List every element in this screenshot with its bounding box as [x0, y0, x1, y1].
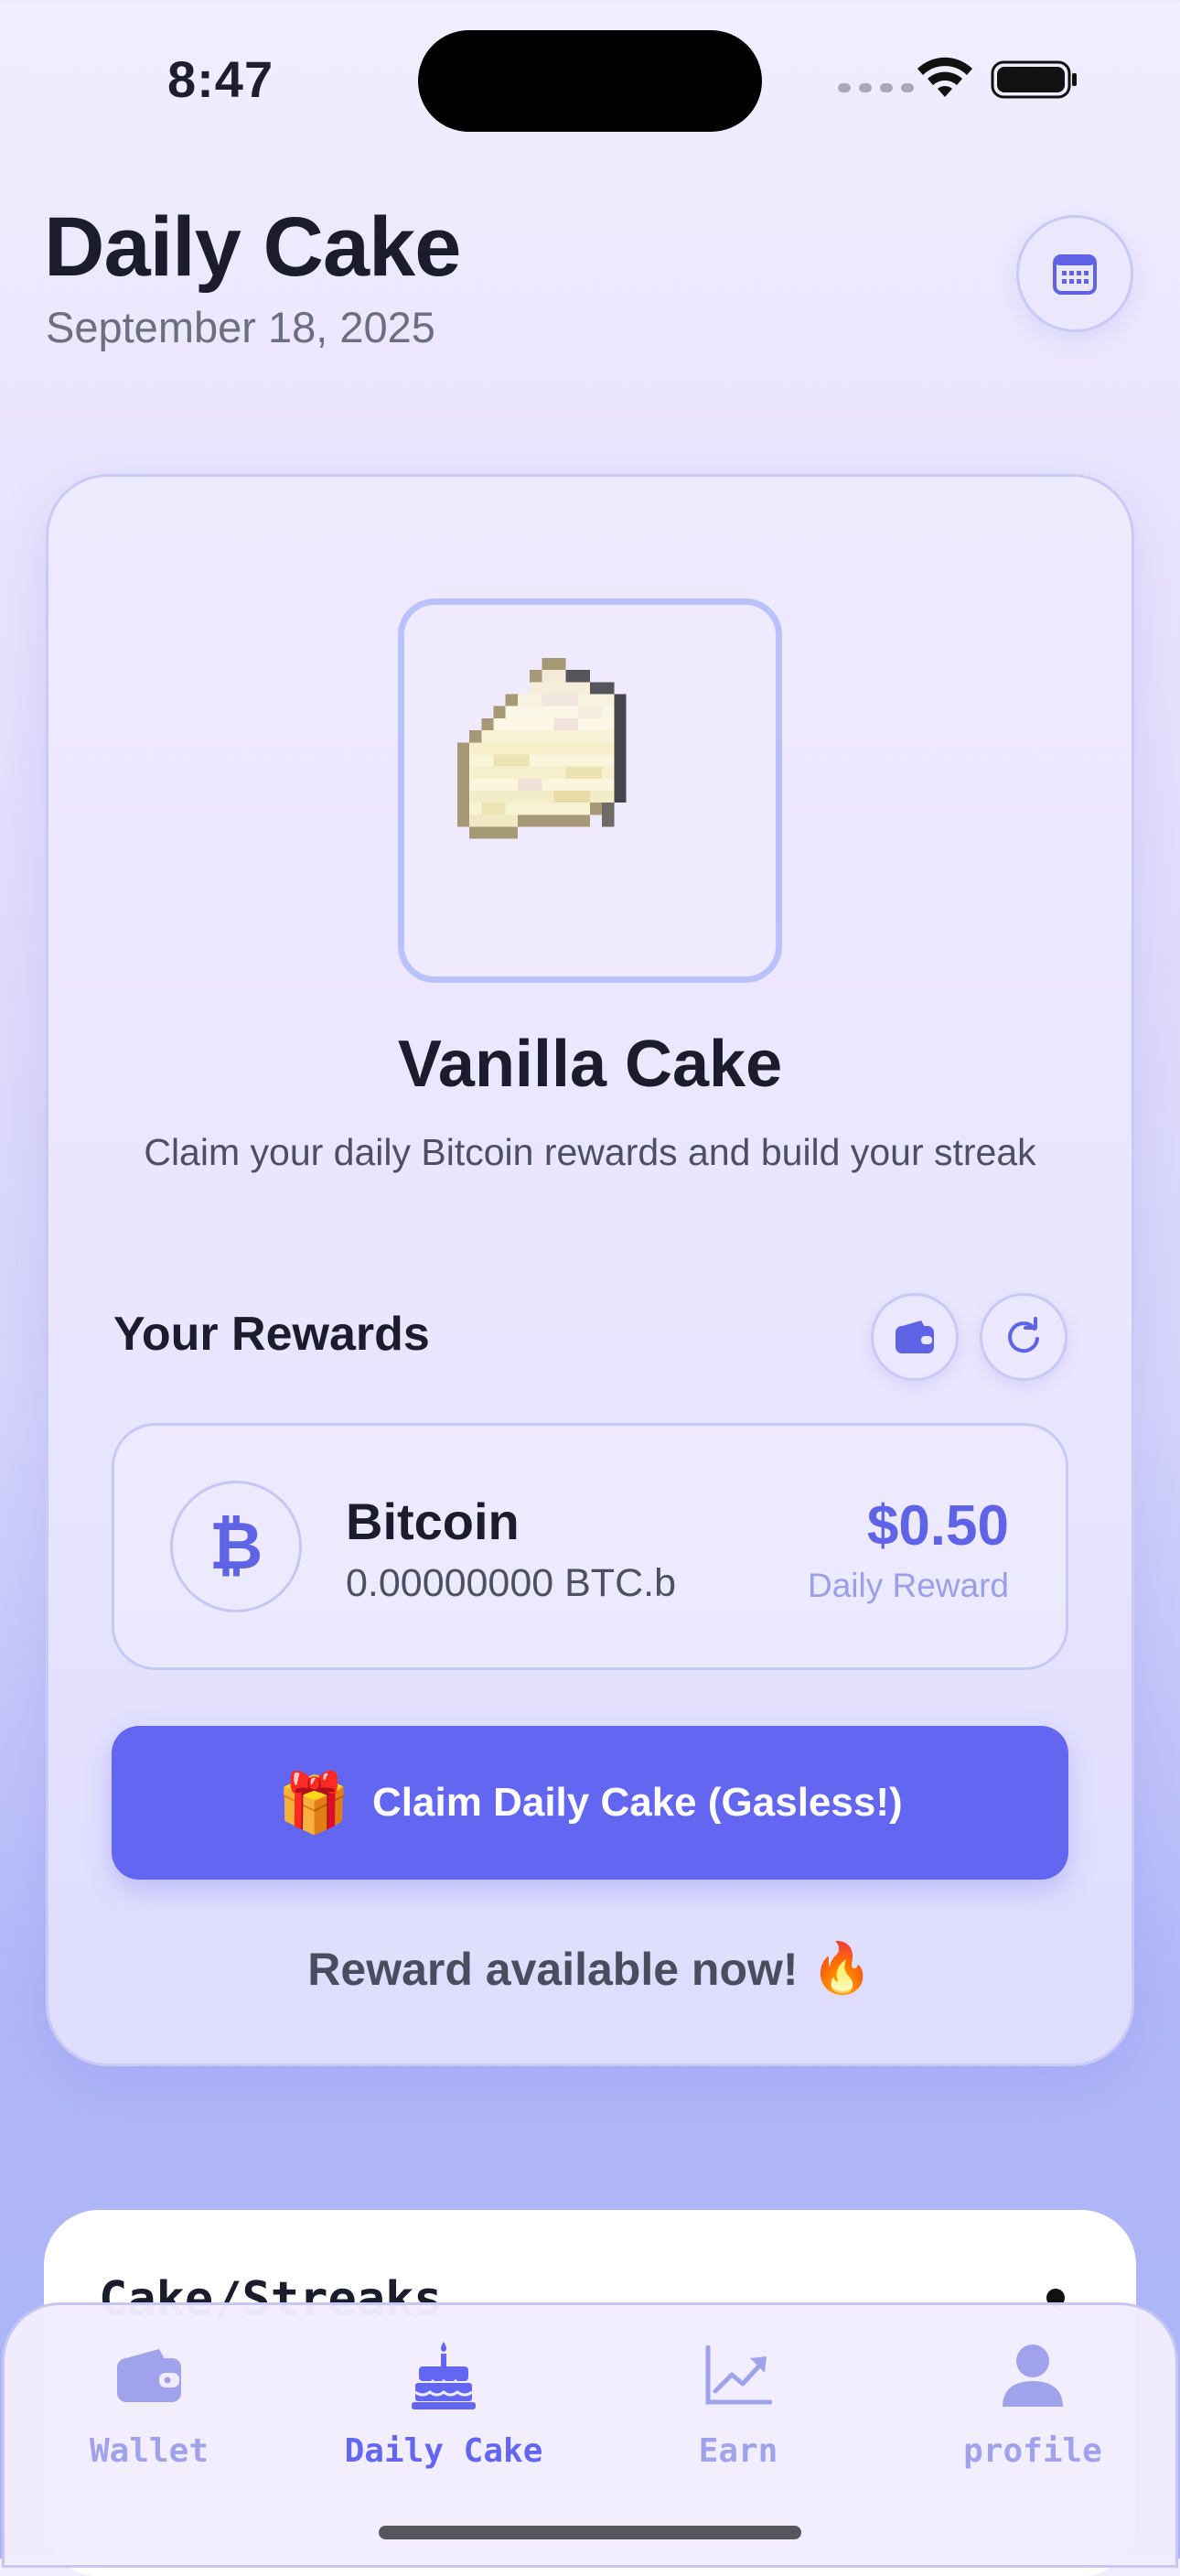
tab-profile[interactable]: profile: [885, 2339, 1180, 2470]
user-icon: [1003, 2344, 1063, 2407]
refresh-button[interactable]: [980, 1293, 1067, 1381]
calendar-icon: [1053, 254, 1097, 295]
wallet-icon: [896, 1320, 934, 1353]
wifi-icon: [917, 57, 972, 97]
availability-text: Reward available now!: [307, 1944, 799, 1995]
claim-daily-cake-button[interactable]: 🎁 Claim Daily Cake (Gasless!): [112, 1726, 1068, 1880]
wallet-icon: [117, 2349, 181, 2402]
tab-wallet[interactable]: Wallet: [2, 2339, 296, 2470]
tab-label-wallet: Wallet: [89, 2432, 209, 2470]
tab-label-earn: Earn: [698, 2432, 778, 2470]
reward-value: $0.50: [866, 1494, 1009, 1557]
page-date: September 18, 2025: [46, 303, 435, 351]
dynamic-island: [418, 30, 762, 132]
vanilla-cake-pixel-art: [457, 658, 627, 839]
refresh-icon: [1008, 1317, 1039, 1353]
fire-icon: 🔥: [810, 1941, 873, 1996]
gift-icon: 🎁: [277, 1769, 351, 1836]
chart-icon: [705, 2345, 772, 2405]
tab-label-profile: profile: [963, 2432, 1102, 2470]
page-title: Daily Cake: [44, 200, 461, 294]
status-time: 8:47: [167, 50, 274, 108]
reward-label: Daily Reward: [807, 1567, 1009, 1604]
cake-name: Vanilla Cake: [397, 1028, 783, 1101]
tab-daily-cake[interactable]: Daily Cake: [296, 2339, 591, 2470]
wallet-button[interactable]: [871, 1293, 959, 1381]
token-name: Bitcoin: [346, 1493, 520, 1550]
claim-button-label: Claim Daily Cake (Gasless!): [372, 1780, 903, 1825]
cake-image-frame: [398, 598, 782, 983]
cellular-signal-icon: [838, 83, 914, 92]
calendar-button[interactable]: [1016, 215, 1133, 332]
token-balance: 0.00000000 BTC.b: [346, 1561, 676, 1605]
tab-label-daily-cake: Daily Cake: [344, 2432, 543, 2470]
tab-earn[interactable]: Earn: [591, 2339, 885, 2470]
bitcoin-icon: ₿: [170, 1481, 302, 1612]
rewards-section-title: Your Rewards: [113, 1308, 430, 1361]
availability-status: Reward available now! 🔥: [0, 1940, 1180, 1998]
battery-icon: [991, 60, 1077, 99]
cake-description: Claim your daily Bitcoin rewards and bui…: [144, 1131, 1036, 1173]
birthday-cake-icon: [412, 2342, 476, 2409]
home-indicator[interactable]: [379, 2526, 801, 2539]
